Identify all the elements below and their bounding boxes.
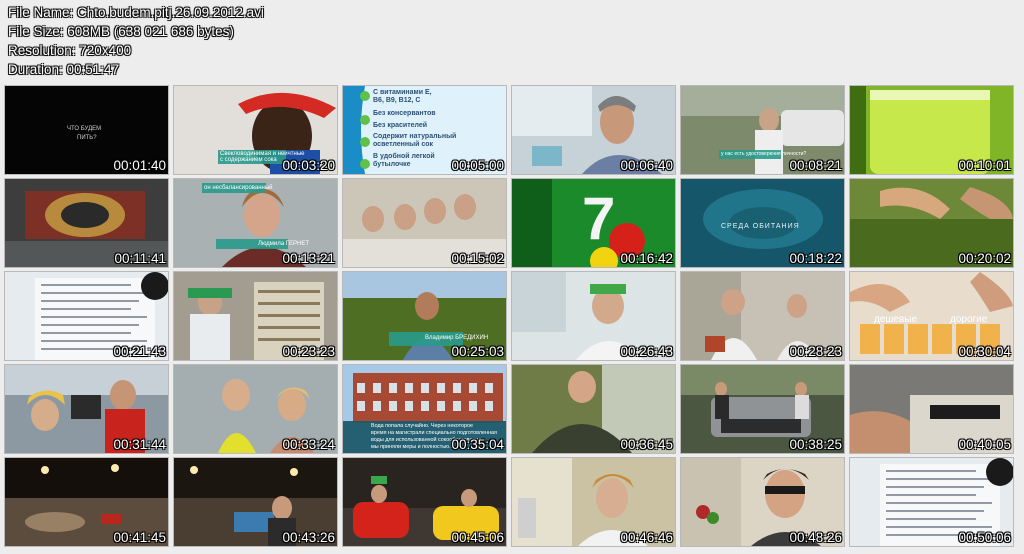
video-thumbnail: 00:15:02: [343, 179, 506, 267]
video-thumbnail: 00:20:02: [850, 179, 1013, 267]
scene-caption: мы приняли меры и полностью...: [371, 444, 454, 450]
video-thumbnail: он несбалансированный Людмила ГЕРНЕТ 00:13…: [174, 179, 337, 267]
video-thumbnail: 00:50:06: [850, 458, 1013, 546]
thumbnail-timestamp: 00:35:04: [451, 437, 504, 452]
scene-caption: у нас есть удостоверения личности?: [721, 151, 807, 157]
scene-caption: Владимир БРЕДИХИН: [425, 335, 489, 341]
thumbnail-timestamp: 00:30:04: [958, 344, 1011, 359]
scene-caption: Без красителей: [373, 122, 428, 129]
video-thumbnail: 00:41:45: [5, 458, 168, 546]
scene-caption: бутылочке: [373, 161, 411, 168]
video-thumbnail: 00:38:25: [681, 365, 844, 453]
thumbnail-timestamp: 00:05:00: [451, 158, 504, 173]
scene-caption: время на магистрали специально подготовл…: [371, 430, 497, 436]
resolution: Resolution: 720x400: [8, 43, 132, 58]
scene-caption: Содержит натуральный: [373, 133, 457, 140]
thumbnail-timestamp: 00:15:02: [451, 251, 504, 266]
video-thumbnail: 00:40:05: [850, 365, 1013, 453]
scene-caption: Людмила ГЕРНЕТ: [258, 241, 310, 247]
video-thumbnail: С витаминами Е, В6, В9, В12, С Без консерв…: [343, 86, 506, 174]
duration: Duration: 00:51:47: [8, 62, 120, 77]
scene-caption: он несбалансированный: [204, 185, 273, 191]
scene-caption: ПИТЬ?: [77, 135, 97, 141]
video-thumbnail: 00:48:26: [681, 458, 844, 546]
thumbnail-timestamp: 00:03:20: [282, 158, 335, 173]
thumbnail-timestamp: 00:11:41: [114, 251, 166, 266]
thumbnail-timestamp: 00:46:46: [620, 530, 673, 545]
thumbnail-timestamp: 00:21:43: [113, 344, 166, 359]
scene-caption: С витаминами Е,: [373, 89, 432, 96]
video-thumbnail: 00:26:43: [512, 272, 675, 360]
scene-caption: дешевые: [874, 314, 918, 325]
video-thumbnail: 7 00:16:42: [512, 179, 675, 267]
thumbnail-timestamp: 00:50:06: [958, 530, 1011, 545]
video-thumbnail: 00:31:44: [5, 365, 168, 453]
thumbnail-timestamp: 00:28:23: [789, 344, 842, 359]
video-thumbnail: 00:45:06: [343, 458, 506, 546]
video-thumbnail: СРЕДА ОБИТАНИЯ 00:18:22: [681, 179, 844, 267]
video-thumbnail: 00:46:46: [512, 458, 675, 546]
video-thumbnail: 00:33:24: [174, 365, 337, 453]
file-info: File Name: Chto.budem.pitj.26.09.2012.av…: [8, 3, 264, 79]
scene-caption: СРЕДА ОБИТАНИЯ: [721, 223, 800, 230]
video-thumbnail: у нас есть удостоверения личности? 00:08:…: [681, 86, 844, 174]
video-thumbnail: Владимир БРЕДИХИН 00:25:03: [343, 272, 506, 360]
scene-caption: Без консервантов: [373, 110, 436, 117]
scene-caption: В удобной легкой: [373, 153, 435, 160]
file-size: File Size: 608MB (638 021 686 bytes): [8, 24, 234, 39]
thumbnail-timestamp: 00:25:03: [451, 344, 504, 359]
video-thumbnail: дешевые дорогие 00:30:04: [850, 272, 1013, 360]
video-thumbnail: 00:23:23: [174, 272, 337, 360]
thumbnail-timestamp: 00:01:40: [113, 158, 166, 173]
thumbnail-timestamp: 00:45:06: [451, 530, 504, 545]
thumbnail-timestamp: 00:20:02: [958, 251, 1011, 266]
thumbnail-timestamp: 00:10:01: [958, 158, 1011, 173]
video-thumbnail: 00:10:01: [850, 86, 1013, 174]
video-thumbnail: Свекловодинимая и неичтные с содержанием …: [174, 86, 337, 174]
video-thumbnail: 00:21:43: [5, 272, 168, 360]
thumbnail-timestamp: 00:41:45: [113, 530, 166, 545]
scene-caption: дорогие: [950, 314, 988, 325]
thumbnail-timestamp: 00:08:21: [789, 158, 842, 173]
scene-caption: Вода попала случайно. Через некоторое: [371, 423, 474, 429]
video-thumbnail: 00:36:45: [512, 365, 675, 453]
video-thumbnail: 00:28:23: [681, 272, 844, 360]
thumbnail-timestamp: 00:40:05: [958, 437, 1011, 452]
file-name: File Name: Chto.budem.pitj.26.09.2012.av…: [8, 5, 264, 20]
thumbnail-timestamp: 00:26:43: [620, 344, 673, 359]
video-thumbnail: ЧТО БУДЕМ ПИТЬ? 00:01:40: [5, 86, 168, 174]
video-thumbnail: Вода попала случайно. Через некоторое вре…: [343, 365, 506, 453]
thumbnail-grid: ЧТО БУДЕМ ПИТЬ? 00:01:40 Свекловодинимая и …: [5, 86, 1019, 550]
scene-caption: осветленный сок: [373, 141, 434, 148]
thumbnail-timestamp: 00:43:26: [282, 530, 335, 545]
scene-caption: В6, В9, В12, С: [373, 97, 421, 104]
thumbnail-timestamp: 00:23:23: [282, 344, 335, 359]
thumbnail-timestamp: 00:36:45: [620, 437, 673, 452]
thumbnail-timestamp: 00:38:25: [789, 437, 842, 452]
thumbnail-timestamp: 00:48:26: [789, 530, 842, 545]
thumbnail-timestamp: 00:06:40: [620, 158, 673, 173]
video-thumbnail: 00:06:40: [512, 86, 675, 174]
scene-caption: с содержанием сока: [220, 157, 277, 163]
video-thumbnail: 00:43:26: [174, 458, 337, 546]
thumbnail-timestamp: 00:18:22: [789, 251, 842, 266]
scene-caption: ЧТО БУДЕМ: [67, 126, 102, 132]
thumbnail-timestamp: 00:31:44: [113, 437, 166, 452]
thumbnail-timestamp: 00:13:21: [282, 251, 335, 266]
thumbnail-timestamp: 00:33:24: [282, 437, 335, 452]
video-thumbnail: 00:11:41: [5, 179, 168, 267]
thumbnail-timestamp: 00:16:42: [620, 251, 673, 266]
